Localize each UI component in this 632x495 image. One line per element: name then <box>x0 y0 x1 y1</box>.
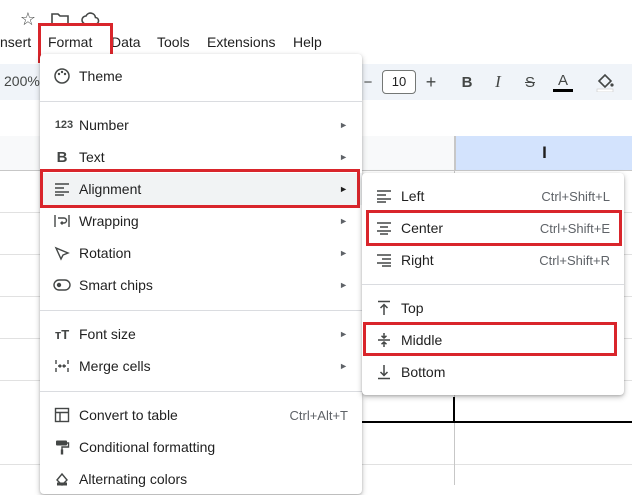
align-right-icon <box>374 250 394 270</box>
menu-item-label: Center <box>401 220 444 236</box>
submenu-arrow-icon: ► <box>339 280 348 290</box>
submenu-arrow-icon: ► <box>339 248 348 258</box>
menu-item-label: Bottom <box>401 364 446 380</box>
menu-tools[interactable]: Tools <box>157 28 190 56</box>
menu-item-alignment[interactable]: Alignment ► <box>40 173 362 205</box>
star-icon[interactable]: ☆ <box>17 8 39 30</box>
menu-item-bottom[interactable]: Bottom <box>362 356 624 388</box>
move-folder-icon[interactable] <box>49 8 71 30</box>
cloud-status-icon[interactable] <box>80 8 102 30</box>
menu-item-text[interactable]: B Text ► <box>40 141 362 173</box>
shortcut-label: Ctrl+Shift+R <box>539 252 610 268</box>
bold-icon[interactable]: B <box>457 70 477 94</box>
italic-icon[interactable]: I <box>488 70 508 94</box>
menu-item-label: Convert to table <box>79 407 178 423</box>
menu-divider <box>362 284 624 285</box>
submenu-arrow-icon: ► <box>339 216 348 226</box>
submenu-arrow-icon: ► <box>339 120 348 130</box>
column-header-i[interactable]: I <box>455 136 632 170</box>
submenu-arrow-icon: ► <box>339 184 348 194</box>
menu-item-smart-chips[interactable]: Smart chips ► <box>40 269 362 301</box>
menu-item-label: Left <box>401 188 425 204</box>
menu-extensions[interactable]: Extensions <box>207 28 275 56</box>
menu-item-label: Top <box>401 300 424 316</box>
shortcut-label: Ctrl+Shift+E <box>539 220 610 236</box>
paint-roller-icon <box>52 437 72 457</box>
shortcut-label: Ctrl+Shift+L <box>541 188 610 204</box>
align-left-icon <box>374 186 394 206</box>
menu-item-label: Middle <box>401 332 443 348</box>
menu-item-theme[interactable]: Theme <box>40 60 362 92</box>
cell-border-bottom <box>362 421 632 423</box>
fill-color-icon[interactable] <box>594 70 616 94</box>
menu-item-conditional-formatting[interactable]: Conditional formatting <box>40 431 362 463</box>
submenu-arrow-icon: ► <box>339 152 348 162</box>
menu-item-wrapping[interactable]: Wrapping ► <box>40 205 362 237</box>
menu-data[interactable]: Data <box>111 28 141 56</box>
menu-item-label: Font size <box>79 326 136 342</box>
menu-item-label: Merge cells <box>79 358 151 374</box>
increase-font-size-button[interactable]: + <box>422 70 440 94</box>
align-center-icon <box>374 218 394 238</box>
cell-border-left <box>453 397 455 423</box>
column-label: I <box>542 143 547 162</box>
alignment-submenu: Left Ctrl+Shift+L Center Ctrl+Shift+E Ri… <box>362 173 624 395</box>
font-size-icon: ᴛT <box>54 326 70 342</box>
menu-item-merge-cells[interactable]: Merge cells ► <box>40 350 362 382</box>
menu-item-label: Right <box>401 252 434 268</box>
menu-item-middle[interactable]: Middle <box>362 324 624 356</box>
submenu-arrow-icon: ► <box>339 329 348 339</box>
menu-help[interactable]: Help <box>293 28 322 56</box>
zoom-select[interactable]: 200% <box>4 73 40 89</box>
font-size-input[interactable]: 10 <box>382 70 416 94</box>
format-menu: Theme 123 Number ► B Text ► Alignment ► … <box>40 54 362 494</box>
menu-item-label: Smart chips <box>79 277 153 293</box>
menu-item-label: Wrapping <box>79 213 139 229</box>
vertical-align-middle-icon <box>374 330 394 350</box>
wrap-text-icon <box>52 211 72 231</box>
vertical-align-bottom-icon <box>374 362 394 382</box>
menu-item-label: Text <box>79 149 105 165</box>
decrease-font-size-button[interactable]: − <box>360 70 376 94</box>
menu-item-rotation[interactable]: Rotation ► <box>40 237 362 269</box>
menu-item-font-size[interactable]: ᴛT Font size ► <box>40 318 362 350</box>
menu-divider <box>40 101 362 102</box>
merge-cells-icon <box>52 356 72 376</box>
menu-format[interactable]: Format <box>48 28 92 56</box>
menu-item-convert-to-table[interactable]: Convert to table Ctrl+Alt+T <box>40 399 362 431</box>
shortcut-label: Ctrl+Alt+T <box>289 407 348 423</box>
menu-item-label: Conditional formatting <box>79 439 216 455</box>
align-left-icon <box>52 179 72 199</box>
menu-item-alternating-colors[interactable]: Alternating colors <box>40 463 362 495</box>
menu-item-label: Rotation <box>79 245 132 261</box>
fill-drip-icon <box>52 469 72 489</box>
table-icon <box>52 405 72 425</box>
submenu-arrow-icon: ► <box>339 361 348 371</box>
menu-item-center[interactable]: Center Ctrl+Shift+E <box>362 212 624 244</box>
menu-item-right[interactable]: Right Ctrl+Shift+R <box>362 244 624 276</box>
menu-insert[interactable]: nsert <box>0 28 31 56</box>
bold-text-icon: B <box>56 148 68 166</box>
number-123-icon: 123 <box>54 119 74 131</box>
menu-divider <box>40 391 362 392</box>
text-rotation-icon <box>52 243 72 263</box>
menu-item-number[interactable]: 123 Number ► <box>40 109 362 141</box>
menu-item-top[interactable]: Top <box>362 292 624 324</box>
menu-divider <box>40 310 362 311</box>
vertical-align-top-icon <box>374 298 394 318</box>
menu-item-left[interactable]: Left Ctrl+Shift+L <box>362 180 624 212</box>
menu-item-label: Theme <box>79 68 123 84</box>
menu-item-label: Number <box>79 117 129 133</box>
smart-chip-icon <box>52 275 72 295</box>
menu-bar: nsert Format Data Tools Extensions Help <box>0 28 632 56</box>
palette-icon <box>52 66 72 86</box>
menu-item-label: Alignment <box>79 181 142 197</box>
strikethrough-icon[interactable]: S <box>520 70 540 94</box>
text-color-icon[interactable]: A <box>552 70 574 94</box>
